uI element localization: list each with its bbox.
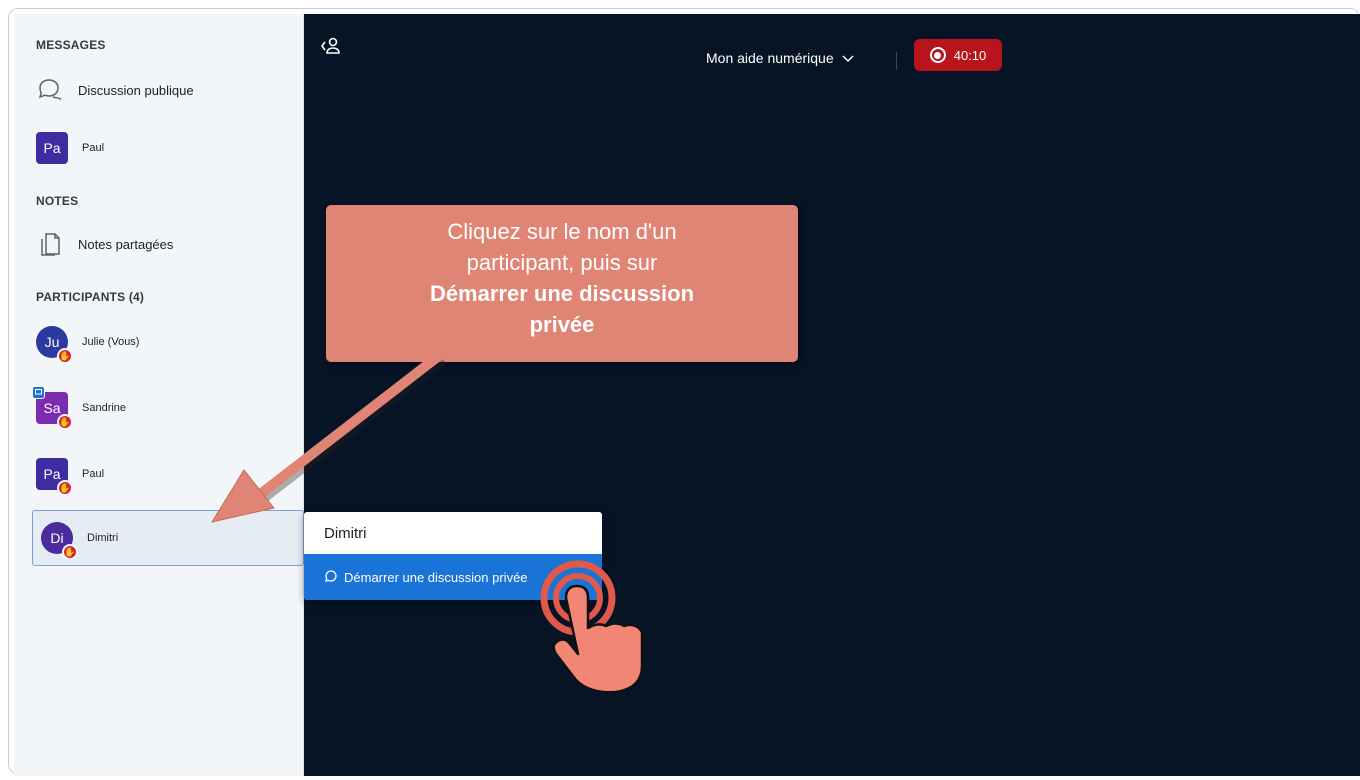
main-area: Mon aide numérique 40:10	[304, 14, 1360, 776]
raised-hand-icon: ✋	[57, 348, 73, 364]
participant-name: Sandrine	[82, 402, 127, 414]
participant-name: Julie (Vous)	[82, 336, 140, 348]
participant-name: Dimitri	[87, 532, 119, 544]
room-name-dropdown[interactable]: Mon aide numérique	[706, 50, 854, 66]
avatar: Pa ✋	[36, 458, 73, 496]
start-private-chat-button[interactable]: Démarrer une discussion privée	[304, 554, 602, 600]
shared-notes-item[interactable]: Notes partagées	[36, 222, 291, 266]
raised-hand-icon: ✋	[62, 544, 78, 560]
avatar: Pa	[36, 132, 68, 164]
avatar: Ju ✋	[36, 326, 73, 364]
room-name: Mon aide numérique	[706, 50, 834, 66]
conference-app: MESSAGES Discussion publique Pa Paul NOT…	[14, 14, 1360, 776]
public-chat-item[interactable]: Discussion publique	[36, 68, 291, 112]
divider	[896, 52, 897, 70]
dm-user-name: Paul	[82, 142, 105, 154]
participant-dimitri[interactable]: Di ✋ Dimitri	[32, 510, 304, 566]
avatar: Sa ✋	[32, 386, 73, 430]
raised-hand-icon: ✋	[57, 480, 73, 496]
document-icon	[36, 230, 64, 258]
context-menu-user-name: Dimitri	[324, 524, 367, 542]
start-private-chat-label: Démarrer une discussion privée	[344, 569, 528, 585]
participant-sandrine[interactable]: Sa ✋ Sandrine	[32, 386, 291, 430]
callout-line: participant, puis sur	[466, 250, 658, 275]
dm-item-paul[interactable]: Pa Paul	[36, 126, 291, 170]
recording-timer: 40:10	[953, 47, 987, 63]
notes-title: NOTES	[36, 194, 79, 208]
avatar: Di ✋	[41, 522, 78, 560]
user-list-toggle-icon[interactable]	[320, 36, 342, 61]
shared-notes-label: Notes partagées	[78, 236, 174, 252]
public-chat-label: Discussion publique	[78, 82, 194, 98]
callout-line: Cliquez sur le nom d'un	[447, 219, 677, 244]
chevron-down-icon	[842, 50, 854, 66]
participant-paul[interactable]: Pa ✋ Paul	[36, 452, 291, 496]
messages-title: MESSAGES	[36, 38, 106, 52]
callout-line: Démarrer une discussion	[429, 281, 695, 306]
participant-name: Paul	[82, 468, 105, 480]
callout-line: privée	[529, 312, 595, 337]
participant-julie[interactable]: Ju ✋ Julie (Vous)	[36, 320, 291, 364]
screen-share-icon	[32, 386, 45, 399]
chat-bubble-icon	[324, 569, 338, 586]
tutorial-callout: Cliquez sur le nom d'un participant, pui…	[326, 205, 798, 362]
participant-context-menu: Dimitri Démarrer une discussion privée	[304, 512, 602, 600]
raised-hand-icon: ✋	[57, 414, 73, 430]
recording-indicator[interactable]: 40:10	[914, 39, 1002, 71]
participants-title: PARTICIPANTS (4)	[36, 290, 145, 304]
record-icon	[929, 47, 946, 63]
chat-bubbles-icon	[36, 76, 64, 104]
sidebar: MESSAGES Discussion publique Pa Paul NOT…	[14, 14, 304, 776]
